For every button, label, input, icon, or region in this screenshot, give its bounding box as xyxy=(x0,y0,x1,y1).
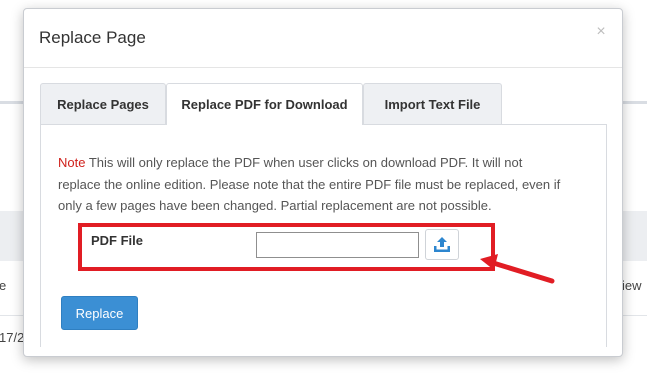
replace-page-modal: Replace Page × Replace Pages Replace PDF… xyxy=(23,8,623,357)
tab-import-text-file[interactable]: Import Text File xyxy=(363,83,502,124)
note-text: Note This will only replace the PDF when… xyxy=(58,152,568,217)
replace-button[interactable]: Replace xyxy=(61,296,138,330)
background-cell-text: 17/2 xyxy=(0,330,25,345)
modal-title: Replace Page xyxy=(39,28,146,47)
annotation-arrow-icon xyxy=(480,254,555,284)
note-label: Note xyxy=(58,155,86,170)
upload-button[interactable] xyxy=(425,229,459,260)
background-column-header-text: e xyxy=(0,278,7,293)
tab-replace-pages[interactable]: Replace Pages xyxy=(40,83,166,124)
close-button[interactable]: × xyxy=(593,23,609,41)
background-column-header-text-right: iew xyxy=(622,278,642,293)
modal-header: Replace Page × xyxy=(24,9,622,68)
tab-replace-pdf-for-download[interactable]: Replace PDF for Download xyxy=(166,83,363,125)
pdf-file-input[interactable] xyxy=(256,232,419,258)
upload-icon xyxy=(434,236,450,252)
pdf-file-label: PDF File xyxy=(91,233,144,248)
note-body: This will only replace the PDF when user… xyxy=(58,155,561,213)
